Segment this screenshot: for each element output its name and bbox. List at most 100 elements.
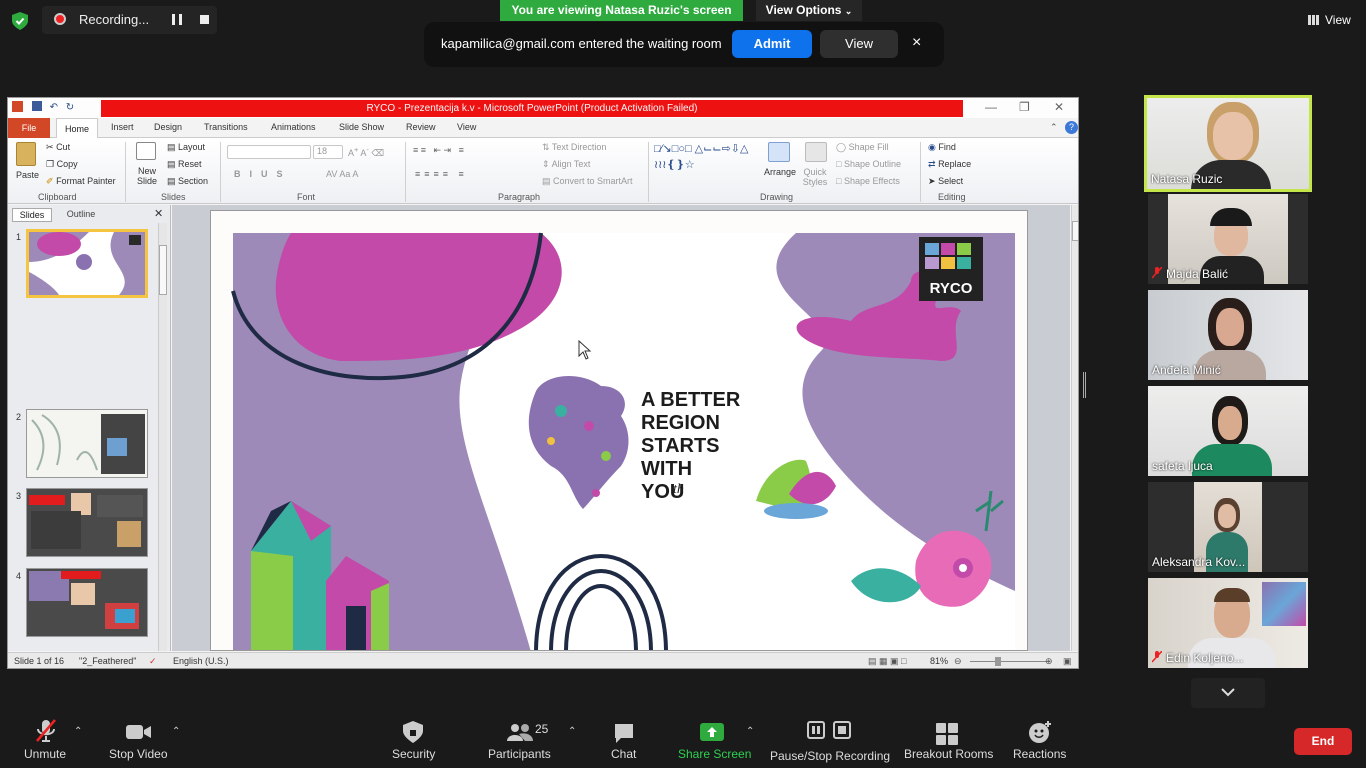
view-layout-button[interactable]: View — [1300, 8, 1360, 32]
text-direction-button[interactable]: ⇅ Text Direction — [542, 142, 606, 153]
paste-button[interactable]: Paste — [16, 170, 39, 180]
participants-icon[interactable] — [506, 723, 534, 741]
view-options-button[interactable]: View Options ⌄ — [756, 0, 862, 21]
font-name-select[interactable] — [227, 145, 311, 159]
share-screen-button[interactable]: Share Screen — [678, 747, 751, 761]
zoom-in-icon[interactable]: ⊕ — [1045, 656, 1053, 667]
slide-thumbnail-3[interactable] — [26, 488, 148, 557]
new-slide-icon[interactable] — [136, 142, 156, 160]
breakout-rooms-icon[interactable] — [936, 723, 958, 745]
pause-recording-button-icon[interactable] — [807, 721, 825, 739]
breakout-rooms-button[interactable]: Breakout Rooms — [904, 747, 993, 761]
pause-recording-icon[interactable] — [172, 14, 182, 25]
tab-slide-show[interactable]: Slide Show — [339, 122, 384, 132]
list-buttons[interactable]: ≡ ≡ ⇤ ⇥ ≡ — [413, 145, 464, 156]
redo-icon[interactable]: ↻ — [66, 102, 74, 113]
stop-recording-icon[interactable] — [200, 15, 209, 24]
font-size-select[interactable]: 18 — [313, 145, 343, 159]
slide-vertical-scrollbar[interactable] — [1071, 205, 1078, 651]
reactions-button[interactable]: Reactions — [1013, 747, 1066, 761]
thumbnails-scrollbar[interactable] — [158, 223, 167, 651]
video-options-caret-icon[interactable]: ⌃ — [172, 726, 180, 737]
tab-transitions[interactable]: Transitions — [204, 122, 248, 132]
close-panel-icon[interactable]: ✕ — [154, 207, 163, 220]
unmute-button[interactable]: Unmute — [24, 747, 66, 761]
font-style-buttons[interactable]: BIUS — [234, 169, 292, 179]
pause-stop-recording-button[interactable]: Pause/Stop Recording — [770, 749, 890, 763]
font-size-buttons[interactable]: A+ A- ⌫ — [348, 145, 384, 159]
share-screen-icon[interactable] — [700, 723, 724, 741]
tab-file[interactable]: File — [8, 118, 50, 138]
tab-home[interactable]: Home — [56, 118, 98, 139]
save-icon[interactable] — [31, 101, 42, 111]
participant-video-tile[interactable]: Edin Koljeno... — [1148, 578, 1308, 668]
close-notification-icon[interactable]: × — [912, 34, 921, 52]
align-buttons[interactable]: ≡≡≡≡ ≡ — [415, 169, 468, 179]
stop-video-button[interactable]: Stop Video — [109, 747, 168, 761]
format-painter-button[interactable]: ✐ Format Painter — [46, 176, 116, 187]
panel-resize-handle[interactable] — [1083, 372, 1086, 398]
stop-recording-button-icon[interactable] — [833, 721, 851, 739]
reset-button[interactable]: ▤ Reset — [167, 159, 202, 170]
next-participants-button[interactable] — [1191, 678, 1265, 708]
language-status[interactable]: English (U.S.) — [173, 656, 229, 666]
chat-bubble-icon[interactable] — [613, 722, 635, 744]
undo-icon[interactable]: ↶ — [50, 102, 58, 113]
select-button[interactable]: ➤ Select — [928, 176, 963, 187]
tab-outline[interactable]: Outline — [58, 208, 104, 222]
participant-video-tile[interactable]: safeta ljuca — [1148, 386, 1308, 476]
shape-fill-button[interactable]: ◯ Shape Fill — [836, 142, 889, 153]
chat-button[interactable]: Chat — [611, 747, 636, 761]
quick-styles-button[interactable]: Quick Styles — [800, 167, 830, 187]
participant-video-tile[interactable]: Natasa Ruzic — [1144, 95, 1312, 192]
convert-smartart-button[interactable]: ▤ Convert to SmartArt — [542, 176, 633, 187]
tab-insert[interactable]: Insert — [111, 122, 134, 132]
zoom-slider-thumb[interactable] — [995, 657, 1001, 666]
tab-view[interactable]: View — [457, 122, 476, 132]
layout-button[interactable]: ▤ Layout — [167, 142, 205, 153]
spellcheck-icon[interactable]: ✓ — [149, 656, 157, 667]
copy-button[interactable]: ❐ Copy — [46, 159, 78, 170]
replace-button[interactable]: ⇄ Replace — [928, 159, 971, 170]
tab-animations[interactable]: Animations — [271, 122, 316, 132]
tab-slides[interactable]: Slides — [12, 208, 52, 222]
audio-options-caret-icon[interactable]: ⌃ — [74, 726, 82, 737]
security-button[interactable]: Security — [392, 747, 435, 761]
admit-button[interactable]: Admit — [732, 30, 812, 58]
slide-thumbnail-4[interactable] — [26, 568, 148, 637]
participant-video-tile[interactable]: Anđela Minić — [1148, 290, 1308, 380]
slide-thumbnail-2[interactable] — [26, 409, 148, 478]
encryption-shield-icon[interactable] — [12, 12, 28, 30]
muted-microphone-icon[interactable] — [34, 718, 58, 744]
zoom-out-icon[interactable]: ⊖ — [954, 656, 962, 667]
security-shield-icon[interactable] — [403, 721, 423, 743]
shape-effects-button[interactable]: □ Shape Effects — [836, 176, 900, 186]
tab-review[interactable]: Review — [406, 122, 436, 132]
fit-slide-icon[interactable]: ▣ — [1063, 656, 1072, 667]
view-waiting-room-button[interactable]: View — [820, 30, 898, 58]
quick-styles-icon[interactable] — [805, 142, 827, 162]
participant-video-tile[interactable]: Majda Balić — [1148, 194, 1308, 284]
section-button[interactable]: ▤ Section — [167, 176, 208, 187]
help-icon[interactable]: ? — [1065, 121, 1078, 134]
share-options-caret-icon[interactable]: ⌃ — [746, 726, 754, 737]
shape-outline-button[interactable]: □ Shape Outline — [836, 159, 901, 169]
arrange-icon[interactable] — [768, 142, 790, 162]
paste-icon[interactable] — [16, 142, 36, 166]
scrollbar-thumb[interactable] — [1072, 221, 1078, 241]
restore-window-icon[interactable]: ❐ — [1019, 100, 1030, 114]
tab-design[interactable]: Design — [154, 122, 182, 132]
participants-button[interactable]: Participants — [488, 747, 551, 761]
reactions-emoji-icon[interactable] — [1028, 720, 1052, 744]
zoom-level[interactable]: 81% — [930, 656, 948, 666]
font-spacing-buttons[interactable]: AV Aa A — [326, 169, 358, 179]
participant-video-tile[interactable]: Aleksandra Kov... — [1148, 482, 1308, 572]
minimize-window-icon[interactable]: — — [985, 100, 997, 114]
quick-access-toolbar[interactable]: ↶ ↻ — [12, 101, 74, 113]
new-slide-button[interactable]: New Slide — [132, 166, 162, 186]
align-text-button[interactable]: ⇕ Align Text — [542, 159, 590, 170]
current-slide[interactable]: RYCO A BETTER REGION STARTS WITH YOU th — [210, 210, 1028, 651]
minimize-ribbon-icon[interactable]: ⌃ — [1050, 122, 1058, 133]
slide-thumbnail-1[interactable] — [26, 229, 148, 298]
shapes-gallery[interactable]: □∕↘□○□ △⌙⌙⇨⇩△ ≀≀≀❴❵☆ — [654, 141, 750, 173]
